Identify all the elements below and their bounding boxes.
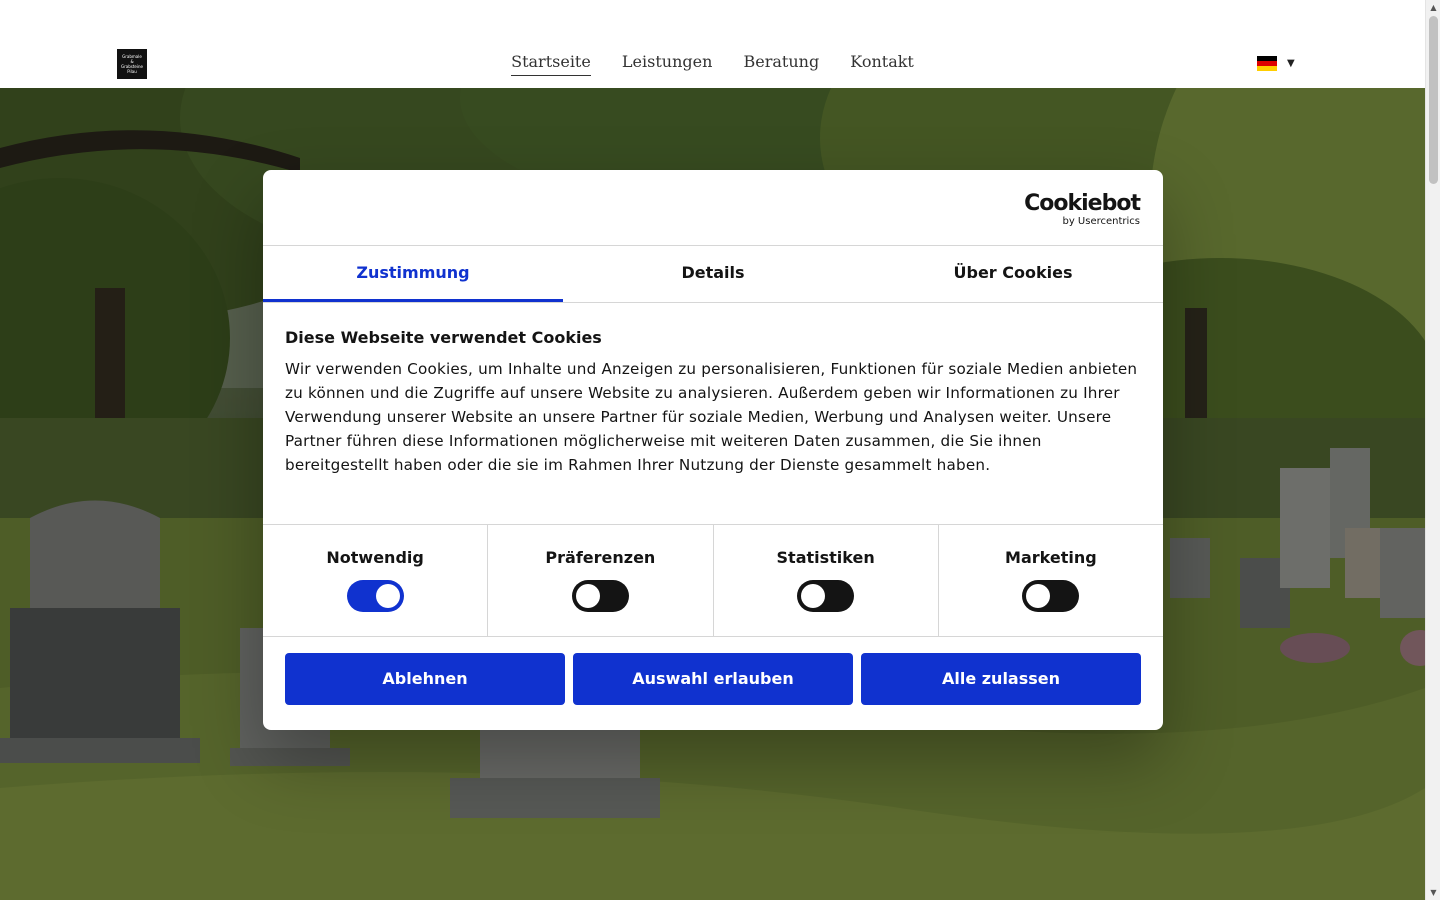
toggle-label: Marketing <box>1005 548 1097 567</box>
cookie-dialog-title: Diese Webseite verwendet Cookies <box>285 328 602 347</box>
cookiebot-logo[interactable]: Cookiebot by Usercentrics <box>1024 191 1141 228</box>
main-nav: Startseite Leistungen Beratung Kontakt <box>0 52 1425 76</box>
chevron-down-icon: ▼ <box>1287 58 1295 69</box>
page-scrollbar[interactable]: ▲ ▼ <box>1425 0 1440 900</box>
toggle-label: Präferenzen <box>545 548 656 567</box>
tab-zustimmung[interactable]: Zustimmung <box>263 246 563 302</box>
toggle-knob <box>575 584 600 608</box>
language-switcher[interactable]: ▼ <box>1257 56 1295 71</box>
flag-stripe <box>1257 66 1277 71</box>
toggle-knob <box>375 584 400 608</box>
site-header: Grabmale & Grabsteine Pilau Startseite L… <box>0 0 1425 88</box>
toggle-label: Statistiken <box>776 548 875 567</box>
scrollbar-thumb[interactable] <box>1429 16 1438 184</box>
toggle-knob <box>1026 584 1051 608</box>
cookie-consent-dialog: Cookiebot by Usercentrics Zustimmung Det… <box>263 170 1163 730</box>
scroll-up-arrow-icon[interactable]: ▲ <box>1429 3 1438 12</box>
nav-item-startseite[interactable]: Startseite <box>511 52 591 76</box>
decline-button[interactable]: Ablehnen <box>285 653 565 705</box>
toggle-knob <box>801 584 826 608</box>
cookie-dialog-actions: Ablehnen Auswahl erlauben Alle zulassen <box>263 637 1163 705</box>
cookie-dialog-text: Wir verwenden Cookies, um Inhalte und An… <box>285 360 1138 474</box>
praeferenzen-toggle[interactable] <box>571 580 629 612</box>
statistiken-toggle[interactable] <box>797 580 855 612</box>
nav-item-leistungen[interactable]: Leistungen <box>622 52 712 75</box>
notwendig-toggle[interactable] <box>346 580 404 612</box>
marketing-toggle[interactable] <box>1022 580 1080 612</box>
cookie-category-toggles: Notwendig Präferenzen Statistiken Market… <box>263 525 1163 637</box>
scroll-down-arrow-icon[interactable]: ▼ <box>1429 888 1438 897</box>
cookiebot-brand-sub: by Usercentrics <box>1062 216 1140 227</box>
cookiebot-brand: Cookiebot <box>1024 191 1141 216</box>
toggle-label: Notwendig <box>326 548 424 567</box>
toggle-cell-marketing: Marketing <box>939 525 1163 636</box>
tab-details[interactable]: Details <box>563 246 863 302</box>
toggle-cell-statistiken: Statistiken <box>714 525 939 636</box>
nav-item-beratung[interactable]: Beratung <box>744 52 820 75</box>
allow-selection-button[interactable]: Auswahl erlauben <box>573 653 853 705</box>
cookie-dialog-body: Diese Webseite verwendet Cookies Wir ver… <box>263 303 1163 525</box>
cookie-dialog-tabs: Zustimmung Details Über Cookies <box>263 246 1163 303</box>
cookie-dialog-header: Cookiebot by Usercentrics <box>263 170 1163 246</box>
toggle-cell-praeferenzen: Präferenzen <box>488 525 714 636</box>
toggle-cell-notwendig: Notwendig <box>263 525 489 636</box>
german-flag-icon <box>1257 56 1277 71</box>
tab-ueber-cookies[interactable]: Über Cookies <box>863 246 1163 302</box>
nav-item-kontakt[interactable]: Kontakt <box>850 52 914 75</box>
allow-all-button[interactable]: Alle zulassen <box>861 653 1141 705</box>
